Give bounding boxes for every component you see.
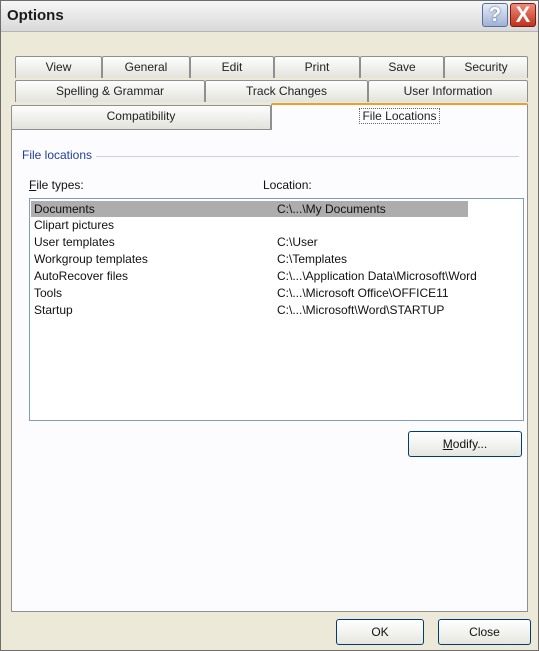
ok-button[interactable]: OK bbox=[336, 619, 424, 645]
tab-general[interactable]: General bbox=[102, 56, 190, 78]
list-item[interactable]: AutoRecover files C:\...\Application Dat… bbox=[31, 268, 477, 284]
tab-security[interactable]: Security bbox=[444, 56, 528, 78]
options-dialog: Options ? X View General Edit Print Save… bbox=[0, 0, 539, 651]
column-header-location: Location: bbox=[263, 178, 312, 192]
list-item[interactable]: Startup C:\...\Microsoft\Word\STARTUP bbox=[31, 302, 468, 318]
tab-user-information[interactable]: User Information bbox=[368, 80, 528, 102]
tab-track-changes[interactable]: Track Changes bbox=[205, 80, 368, 102]
tab-compatibility[interactable]: Compatibility bbox=[11, 105, 271, 129]
file-locations-list[interactable]: Documents C:\...\My Documents Clipart pi… bbox=[29, 198, 524, 421]
list-item[interactable]: Clipart pictures bbox=[31, 217, 468, 233]
column-header-file-types: File types: bbox=[29, 178, 84, 192]
tab-edit[interactable]: Edit bbox=[190, 56, 274, 78]
tab-view[interactable]: View bbox=[15, 56, 102, 78]
group-label-file-locations: File locations bbox=[22, 148, 97, 162]
list-item[interactable]: Tools C:\...\Microsoft Office\OFFICE11 bbox=[31, 285, 468, 301]
list-item[interactable]: Workgroup templates C:\Templates bbox=[31, 251, 468, 267]
group-divider bbox=[22, 156, 519, 157]
list-item[interactable]: User templates C:\User bbox=[31, 234, 468, 250]
title-bar: Options ? X bbox=[1, 1, 538, 32]
tab-spelling-grammar[interactable]: Spelling & Grammar bbox=[15, 80, 205, 102]
modify-button[interactable]: Modify... bbox=[408, 431, 522, 457]
tab-print[interactable]: Print bbox=[274, 56, 360, 78]
tab-file-locations[interactable]: File Locations bbox=[271, 103, 528, 130]
close-icon[interactable]: X bbox=[510, 3, 536, 27]
tab-save[interactable]: Save bbox=[360, 56, 444, 78]
window-title: Options bbox=[7, 7, 64, 24]
list-item[interactable]: Documents C:\...\My Documents bbox=[31, 201, 468, 217]
close-button[interactable]: Close bbox=[438, 619, 531, 645]
help-icon[interactable]: ? bbox=[482, 3, 508, 27]
